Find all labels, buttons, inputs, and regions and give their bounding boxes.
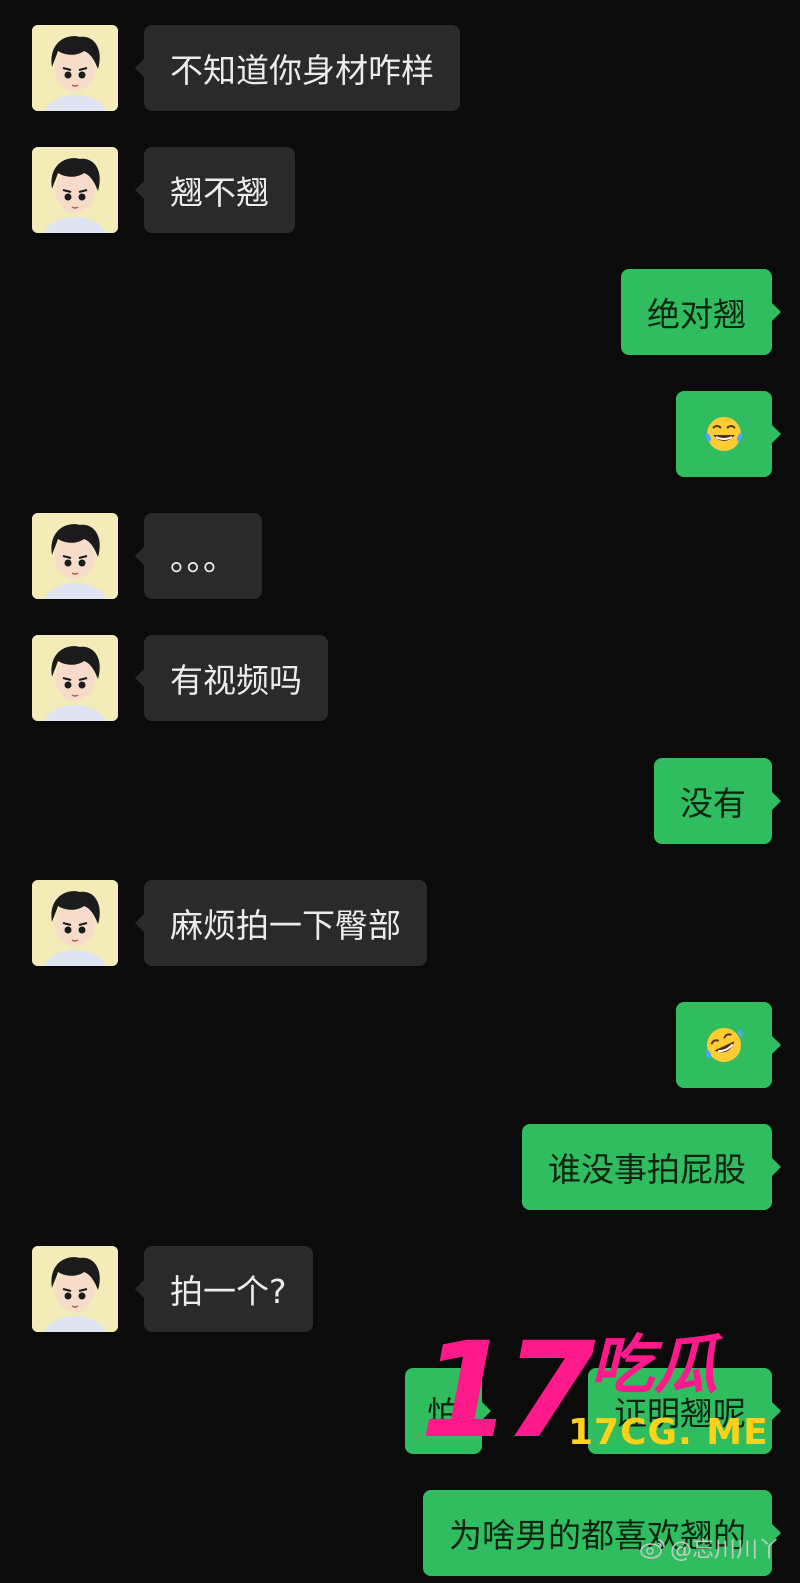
- contact-avatar[interactable]: [32, 1246, 118, 1332]
- incoming-message-bubble[interactable]: 拍一个?: [135, 1246, 313, 1332]
- outgoing-message-bubble[interactable]: 谁没事拍屁股: [522, 1124, 781, 1210]
- message-row-outgoing: 谁没事拍屁股: [0, 1124, 800, 1212]
- weibo-handle: @忘川川丫: [669, 1538, 780, 1563]
- tears-of-joy-emoji-icon: [705, 417, 743, 451]
- message-text: 翘不翘: [170, 173, 269, 212]
- contact-avatar[interactable]: [32, 880, 118, 966]
- avatar-boy-icon: [32, 880, 118, 966]
- message-row-incoming: 麻烦拍一下臀部: [0, 880, 800, 968]
- incoming-message-bubble[interactable]: 翘不翘: [135, 147, 295, 233]
- avatar-boy-icon: [32, 25, 118, 111]
- message-text: 谁没事拍屁股: [548, 1150, 746, 1189]
- message-row-incoming: 。。。: [0, 513, 800, 601]
- outgoing-emoji-bubble[interactable]: [676, 1002, 781, 1088]
- message-row-outgoing: 没有: [0, 758, 800, 846]
- outgoing-message-bubble[interactable]: 没有: [654, 758, 781, 844]
- contact-avatar[interactable]: [32, 147, 118, 233]
- message-text: 。。。: [170, 539, 236, 578]
- message-text: 有视频吗: [170, 661, 302, 700]
- message-text: 不知道你身材咋样: [170, 51, 434, 90]
- message-row-outgoing: [0, 391, 800, 479]
- contact-avatar[interactable]: [32, 635, 118, 721]
- site-watermark: 17 吃瓜 17CG. ME: [420, 1325, 780, 1465]
- outgoing-emoji-bubble[interactable]: [676, 391, 781, 477]
- incoming-message-bubble[interactable]: 麻烦拍一下臀部: [135, 880, 427, 966]
- contact-avatar[interactable]: [32, 25, 118, 111]
- weibo-logo-icon: [640, 1539, 665, 1559]
- avatar-boy-icon: [32, 147, 118, 233]
- watermark-number: 17: [420, 1314, 596, 1468]
- message-row-outgoing: 绝对翘: [0, 269, 800, 357]
- incoming-message-bubble[interactable]: 不知道你身材咋样: [135, 25, 460, 111]
- watermark-url: 17CG. ME: [568, 1412, 769, 1453]
- message-row-incoming: 有视频吗: [0, 635, 800, 723]
- outgoing-message-bubble[interactable]: 绝对翘: [621, 269, 781, 355]
- avatar-boy-icon: [32, 635, 118, 721]
- message-row-outgoing: [0, 1002, 800, 1090]
- message-row-incoming: 翘不翘: [0, 147, 800, 235]
- rolling-laughing-emoji-icon: [706, 1028, 743, 1062]
- message-text: 没有: [680, 784, 746, 823]
- message-row-incoming: 不知道你身材咋样: [0, 25, 800, 113]
- message-text: 拍一个?: [170, 1272, 287, 1311]
- contact-avatar[interactable]: [32, 513, 118, 599]
- message-text: 麻烦拍一下臀部: [170, 906, 401, 945]
- weibo-watermark: @忘川川丫: [640, 1532, 780, 1564]
- avatar-boy-icon: [32, 513, 118, 599]
- avatar-boy-icon: [32, 1246, 118, 1332]
- incoming-message-bubble[interactable]: 有视频吗: [135, 635, 328, 721]
- message-text: 绝对翘: [647, 295, 746, 334]
- message-row-incoming: 拍一个?: [0, 1246, 800, 1334]
- watermark-name: 吃瓜: [590, 1329, 718, 1403]
- incoming-message-bubble[interactable]: 。。。: [135, 513, 262, 599]
